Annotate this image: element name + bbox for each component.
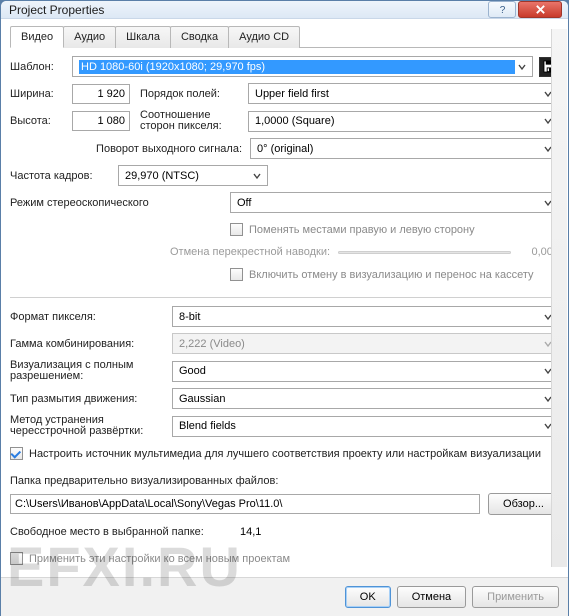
checkbox-checked-icon	[10, 447, 23, 460]
dialog-content: Видео Аудио Шкала Сводка Аудио CD Шаблон…	[1, 19, 568, 577]
crosstalk-label: Отмена перекрестной наводки:	[170, 246, 330, 258]
titlebar: Project Properties ?	[1, 1, 568, 19]
tab-ruler[interactable]: Шкала	[115, 26, 171, 48]
help-button[interactable]: ?	[488, 1, 516, 18]
browse-button[interactable]: Обзор...	[488, 493, 559, 515]
rotation-label: Поворот выходного сигнала:	[10, 143, 250, 155]
pixel-format-label: Формат пикселя:	[10, 311, 172, 323]
par-label: Соотношение сторон пикселя:	[140, 110, 248, 132]
window-title: Project Properties	[7, 3, 486, 17]
blur-select[interactable]: Gaussian	[172, 388, 559, 409]
tab-summary[interactable]: Сводка	[170, 26, 229, 48]
framerate-select[interactable]: 29,970 (NTSC)	[118, 165, 268, 186]
freespace-value: 14,1	[240, 526, 261, 538]
gamma-select: 2,222 (Video)	[172, 333, 559, 354]
prerender-path-input[interactable]	[10, 494, 480, 514]
width-label: Ширина:	[10, 88, 72, 100]
height-label: Высота:	[10, 115, 72, 127]
svg-text:?: ?	[499, 5, 505, 15]
apply-button[interactable]: Применить	[472, 586, 559, 608]
gamma-label: Гамма комбинирования:	[10, 338, 172, 350]
par-select[interactable]: 1,0000 (Square)	[248, 111, 559, 132]
checkbox-icon	[230, 223, 243, 236]
blur-label: Тип размытия движения:	[10, 393, 172, 405]
close-button[interactable]	[518, 1, 562, 18]
divider	[10, 297, 559, 298]
swap-lr-checkbox[interactable]: Поменять местами правую и левую сторону	[230, 223, 475, 236]
pixel-format-select[interactable]: 8-bit	[172, 306, 559, 327]
framerate-label: Частота кадров:	[10, 170, 118, 182]
template-label: Шаблон:	[10, 61, 72, 73]
rotation-select[interactable]: 0° (original)	[250, 138, 559, 159]
field-order-select[interactable]: Upper field first	[248, 83, 559, 104]
stereo-select[interactable]: Off	[230, 192, 559, 213]
deinterlace-label: Метод устранения чересстрочной развёртки…	[10, 415, 172, 437]
project-properties-window: Project Properties ? Видео Аудио Шкала С…	[0, 0, 569, 604]
freespace-label: Свободное место в выбранной папке:	[10, 526, 240, 538]
chevron-down-icon	[515, 58, 530, 75]
stereo-label: Режим стереоскопического	[10, 197, 230, 209]
fullres-select[interactable]: Good	[172, 361, 559, 382]
scrollbar-vertical[interactable]	[551, 29, 567, 567]
dialog-footer: OK Отмена Применить	[1, 577, 568, 616]
cancel-button[interactable]: Отмена	[397, 586, 466, 608]
checkbox-icon	[10, 552, 23, 565]
adjust-source-checkbox[interactable]: Настроить источник мультимедиа для лучше…	[10, 447, 541, 460]
include-cancel-checkbox[interactable]: Включить отмену в визуализацию и перенос…	[230, 268, 534, 281]
width-input[interactable]	[72, 84, 130, 104]
fullres-label: Визуализация с полным разрешением:	[10, 360, 172, 382]
tab-strip: Видео Аудио Шкала Сводка Аудио CD	[10, 25, 559, 48]
tab-audio[interactable]: Аудио	[63, 26, 116, 48]
field-order-label: Порядок полей:	[140, 88, 248, 100]
tab-audiocd[interactable]: Аудио CD	[228, 26, 300, 48]
tab-video[interactable]: Видео	[10, 26, 64, 48]
height-input[interactable]	[72, 111, 130, 131]
prerender-label: Папка предварительно визуализированных ф…	[10, 475, 278, 487]
apply-all-checkbox[interactable]: Применить эти настройки ко всем новым пр…	[10, 552, 290, 565]
checkbox-icon	[230, 268, 243, 281]
ok-button[interactable]: OK	[345, 586, 391, 608]
deinterlace-select[interactable]: Blend fields	[172, 416, 559, 437]
template-select[interactable]: HD 1080-60i (1920x1080; 29,970 fps)	[72, 56, 533, 77]
chevron-down-icon	[249, 167, 265, 184]
crosstalk-slider	[338, 251, 511, 254]
